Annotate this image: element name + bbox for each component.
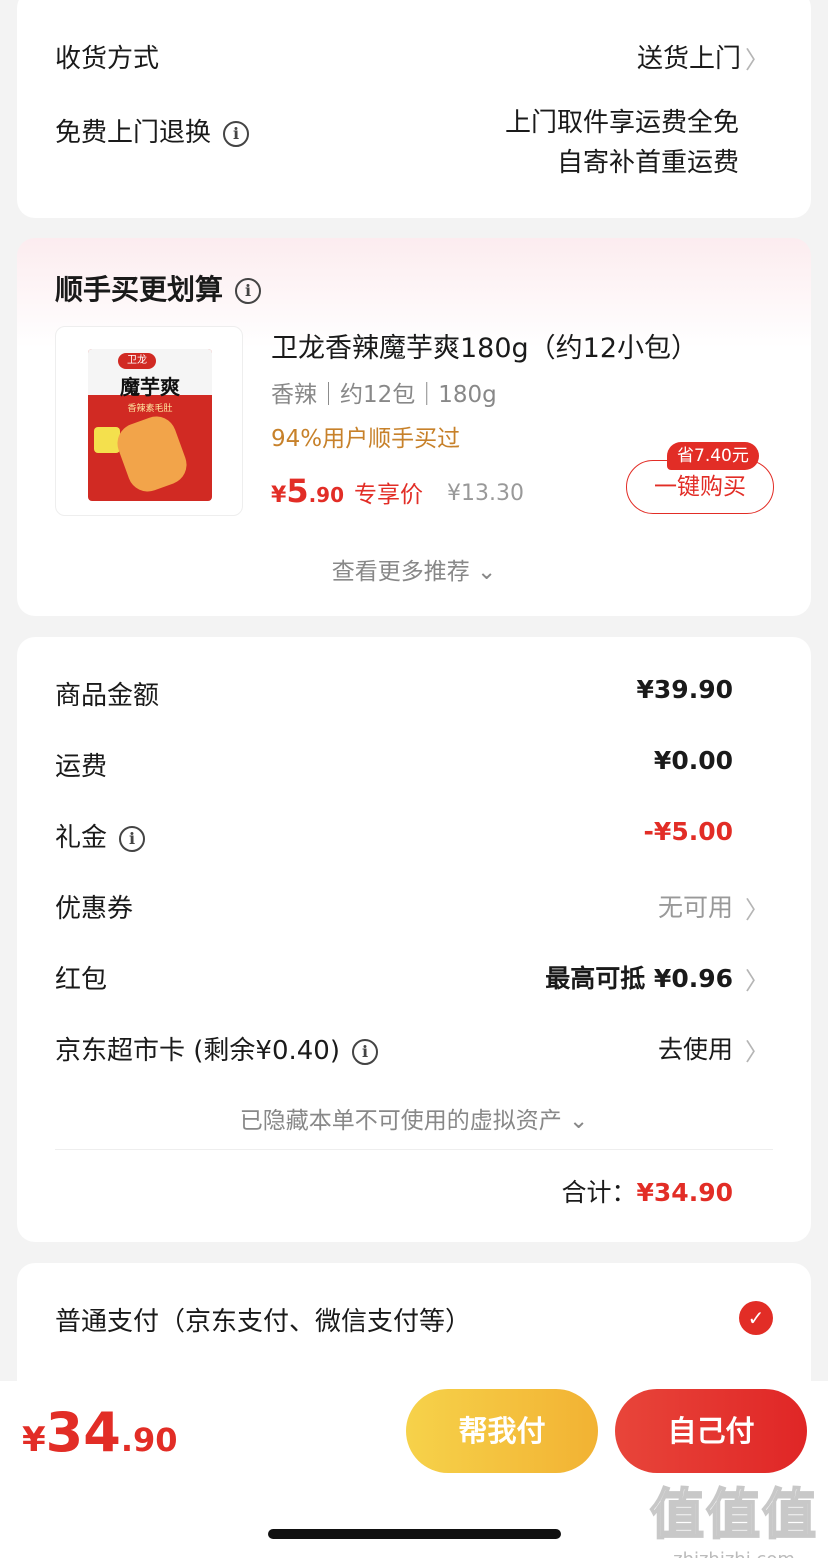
addon-title-text: 顺手买更划算 (55, 273, 224, 306)
goods-amount-label: 商品金额 (55, 681, 160, 711)
checkmark-icon[interactable]: ✓ (739, 1301, 773, 1335)
save-badge: 省7.40元 (667, 442, 759, 470)
addon-title: 顺手买更划算 i (55, 268, 262, 308)
info-icon[interactable]: i (235, 278, 262, 304)
summary-row-redpacket[interactable]: 红包 最高可抵 ¥0.96 〉 (17, 959, 811, 999)
site-watermark: 值值值 zhizhizhi.com (649, 1470, 818, 1558)
product-image[interactable]: 卫龙 魔芋爽 香辣素毛肚 (55, 326, 243, 516)
delivery-method-label: 收货方式 (55, 44, 160, 74)
bottom-amount-int: 34 (45, 1401, 121, 1464)
package-top: 卫龙 魔芋爽 (88, 349, 212, 399)
gift-label-text: 礼金 (55, 823, 108, 853)
package-subtitle: 香辣素毛肚 (127, 404, 173, 414)
order-total: 合计：¥34.90 (562, 1173, 734, 1209)
market-card-value[interactable]: 去使用 (658, 1030, 733, 1066)
hidden-assets-text: 已隐藏本单不可使用的虚拟资产 (239, 1108, 562, 1134)
redpacket-label: 红包 (55, 965, 108, 995)
summary-row-shipping: 运费 ¥0.00 (17, 746, 811, 786)
order-summary-card: 商品金额 ¥39.90 运费 ¥0.00 礼金 i -¥5.00 优惠券 无可用 … (17, 637, 811, 1242)
chevron-right-icon[interactable]: 〉 (745, 961, 769, 996)
original-price: ¥13.30 (447, 481, 524, 506)
coupon-value[interactable]: 无可用 (658, 888, 733, 924)
chevron-down-icon: ⌄ (569, 1108, 589, 1134)
brand-logo: 卫龙 (118, 353, 156, 369)
addon-recommend-card: 顺手买更划算 i 卫龙 魔芋爽 香辣素毛肚 卫龙香辣魔芋爽180g（约12小包） … (17, 238, 811, 616)
free-return-label: 免费上门退换 i (55, 112, 250, 149)
watermark-domain: zhizhizhi.com (650, 1549, 818, 1558)
total-value: ¥34.90 (636, 1178, 733, 1207)
help-pay-button[interactable]: 帮我付 (406, 1389, 598, 1473)
product-package: 卫龙 魔芋爽 香辣素毛肚 (88, 349, 212, 501)
package-name: 魔芋爽 (120, 375, 180, 399)
summary-row-gift: 礼金 i -¥5.00 (17, 817, 811, 857)
info-icon[interactable]: i (223, 120, 250, 147)
market-card-label-text: 京东超市卡 (剩余¥0.40) (55, 1036, 340, 1066)
product-name[interactable]: 卫龙香辣魔芋爽180g（约12小包） (271, 326, 698, 365)
product-spec: 香辣｜约12包｜180g (271, 382, 497, 408)
hidden-assets-toggle[interactable]: 已隐藏本单不可使用的虚拟资产 ⌄ (17, 1101, 811, 1135)
price-currency: ¥ (271, 483, 287, 508)
shipping-value: ¥0.00 (653, 746, 733, 775)
chevron-right-icon[interactable]: 〉 (745, 40, 769, 75)
free-return-value-line1: 上门取件享运费全免 (504, 108, 739, 138)
gift-label: 礼金 i (55, 817, 146, 854)
product-buyers: 94%用户顺手买过 (271, 426, 461, 452)
bottom-amount-dec: .90 (120, 1421, 178, 1459)
self-pay-button[interactable]: 自己付 (615, 1389, 807, 1473)
coupon-label: 优惠券 (55, 894, 134, 924)
goods-amount-value: ¥39.90 (636, 675, 733, 704)
chevron-right-icon[interactable]: 〉 (745, 890, 769, 925)
home-indicator[interactable] (268, 1529, 561, 1539)
summary-row-goods: 商品金额 ¥39.90 (17, 675, 811, 715)
chevron-down-icon: ⌄ (477, 559, 497, 585)
price-integer: 5 (286, 472, 309, 510)
info-icon[interactable]: i (119, 825, 146, 852)
more-recommendations-text: 查看更多推荐 (331, 559, 470, 585)
package-food-graphic (111, 410, 193, 498)
watermark-logo: 值值值 (649, 1482, 818, 1547)
redpacket-value[interactable]: 最高可抵 ¥0.96 (545, 959, 733, 995)
gift-value: -¥5.00 (643, 817, 733, 846)
market-card-label: 京东超市卡 (剩余¥0.40) i (55, 1030, 378, 1067)
bottom-currency: ¥ (22, 1420, 46, 1460)
product-price: ¥5.90 专享价 (271, 472, 423, 510)
free-return-value-line2: 自寄补首重运费 (556, 148, 739, 178)
delivery-method-value[interactable]: 送货上门 (637, 38, 741, 75)
summary-row-market-card[interactable]: 京东超市卡 (剩余¥0.40) i 去使用 〉 (17, 1030, 811, 1070)
shipping-label: 运费 (55, 752, 108, 782)
total-label: 合计： (561, 1178, 637, 1207)
summary-row-coupon[interactable]: 优惠券 无可用 〉 (17, 888, 811, 928)
price-decimal: .90 (308, 483, 345, 507)
delivery-card: 收货方式 送货上门 〉 免费上门退换 i 上门取件享运费全免 自寄补首重运费 (17, 0, 811, 218)
bottom-total-price: ¥34.90 (22, 1401, 178, 1464)
more-recommendations-link[interactable]: 查看更多推荐 ⌄ (17, 552, 811, 586)
payment-option-label[interactable]: 普通支付（京东支付、微信支付等） (55, 1301, 471, 1338)
package-badge (94, 427, 120, 453)
info-icon[interactable]: i (352, 1038, 378, 1065)
price-tag: 专享价 (354, 482, 424, 508)
divider (55, 1149, 773, 1150)
free-return-text: 免费上门退换 (55, 118, 212, 148)
chevron-right-icon[interactable]: 〉 (745, 1032, 769, 1067)
